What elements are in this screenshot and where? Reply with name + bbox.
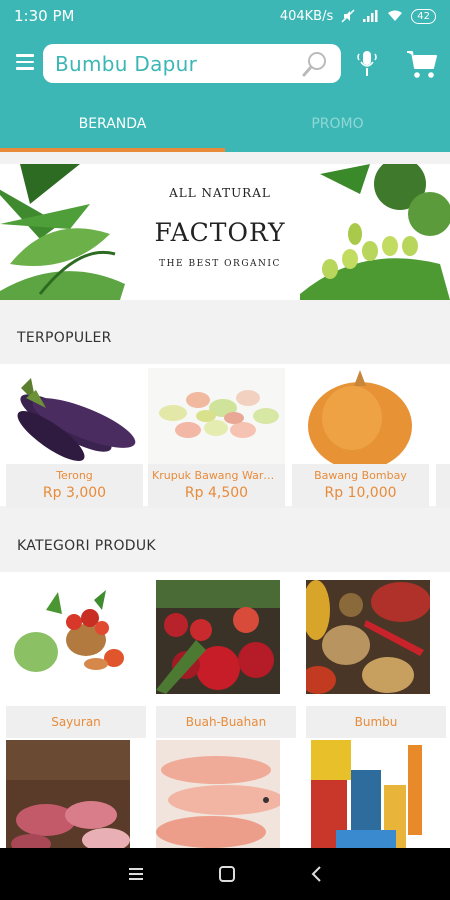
wifi-icon: [388, 10, 403, 21]
product-info: [436, 464, 450, 508]
product-name: Krupuk Bawang Warna...: [152, 469, 285, 482]
nav-home-icon[interactable]: [218, 865, 236, 883]
category-image-sayuran: [6, 580, 130, 694]
category-label: Bumbu: [306, 706, 446, 738]
system-nav-bar: [0, 848, 450, 900]
popular-products-row: Terong Rp 3,000 Krupuk Bawang Warna... R…: [0, 364, 450, 508]
tab-beranda[interactable]: BERANDA: [0, 96, 225, 152]
product-image-bawang-bombay: [292, 368, 429, 464]
category-image-ikan: [156, 740, 284, 848]
battery-icon: 42: [411, 8, 436, 24]
product-name: Terong: [56, 469, 93, 482]
product-price: Rp 4,500: [184, 485, 249, 501]
app-bar: Bumbu Dapur: [0, 32, 450, 96]
search-box[interactable]: Bumbu Dapur: [43, 44, 341, 83]
category-label: Buah-Buahan: [156, 706, 296, 738]
category-card[interactable]: [306, 740, 446, 848]
product-info: Krupuk Bawang Warna... Rp 4,500: [148, 464, 285, 508]
product-image-krupuk: [148, 368, 285, 464]
mic-icon[interactable]: [354, 48, 380, 80]
category-grid: Sayuran Buah-Buahan Bumbu: [0, 572, 450, 848]
category-image-daging: [6, 740, 130, 848]
banner-peas-right: [300, 164, 450, 300]
banner-leaves-left: [0, 164, 125, 300]
banner-tagline: ALL NATURAL: [169, 186, 271, 200]
nav-back-icon[interactable]: [309, 865, 323, 883]
category-card[interactable]: Sayuran: [6, 580, 146, 738]
status-icons: 404KB/s 42: [279, 8, 436, 24]
product-info: Bawang Bombay Rp 10,000: [292, 464, 429, 508]
category-image-buah-buahan: [156, 580, 280, 694]
status-time: 1:30 PM: [14, 7, 75, 25]
product-name: Bawang Bombay: [314, 469, 407, 482]
promo-banner[interactable]: ALL NATURAL FACTORY THE BEST ORGANIC: [0, 164, 450, 300]
network-speed: 404KB/s: [279, 8, 334, 24]
category-image-bumbu: [300, 580, 431, 694]
tab-bar: BERANDA PROMO: [0, 96, 450, 152]
section-kategori-produk: KATEGORI PRODUK: [0, 520, 450, 572]
product-price: Rp 3,000: [42, 485, 107, 501]
banner-subtitle: THE BEST ORGANIC: [159, 259, 281, 269]
category-label: Sayuran: [6, 706, 146, 738]
tab-active-indicator: [0, 148, 225, 152]
nav-recents-icon[interactable]: [127, 867, 145, 881]
category-card[interactable]: [6, 740, 146, 848]
tab-promo[interactable]: PROMO: [225, 96, 450, 152]
search-input[interactable]: Bumbu Dapur: [55, 52, 301, 76]
menu-icon[interactable]: [16, 54, 34, 72]
search-icon[interactable]: [301, 50, 329, 78]
product-info: Terong Rp 3,000: [6, 464, 143, 508]
category-image-sembako: [306, 740, 430, 848]
category-card[interactable]: [156, 740, 296, 848]
cart-icon[interactable]: [406, 48, 438, 80]
product-image-terong: [6, 368, 143, 464]
product-card[interactable]: Bawang Bombay Rp 10,000: [292, 368, 429, 508]
status-bar: 1:30 PM 404KB/s 42: [0, 0, 450, 32]
category-card[interactable]: Buah-Buahan: [156, 580, 296, 738]
product-price: Rp 10,000: [324, 485, 397, 501]
product-card[interactable]: Krupuk Bawang Warna... Rp 4,500: [148, 368, 285, 508]
product-card[interactable]: Terong Rp 3,000: [6, 368, 143, 508]
signal-icon: [363, 10, 378, 22]
mute-icon: [341, 9, 355, 23]
banner-title: FACTORY: [154, 218, 286, 247]
product-card-partial[interactable]: [436, 368, 450, 508]
category-card[interactable]: Bumbu: [300, 580, 446, 738]
banner-logo: ALL NATURAL FACTORY THE BEST ORGANIC: [140, 164, 300, 300]
section-terpopuler: TERPOPULER: [0, 312, 450, 364]
